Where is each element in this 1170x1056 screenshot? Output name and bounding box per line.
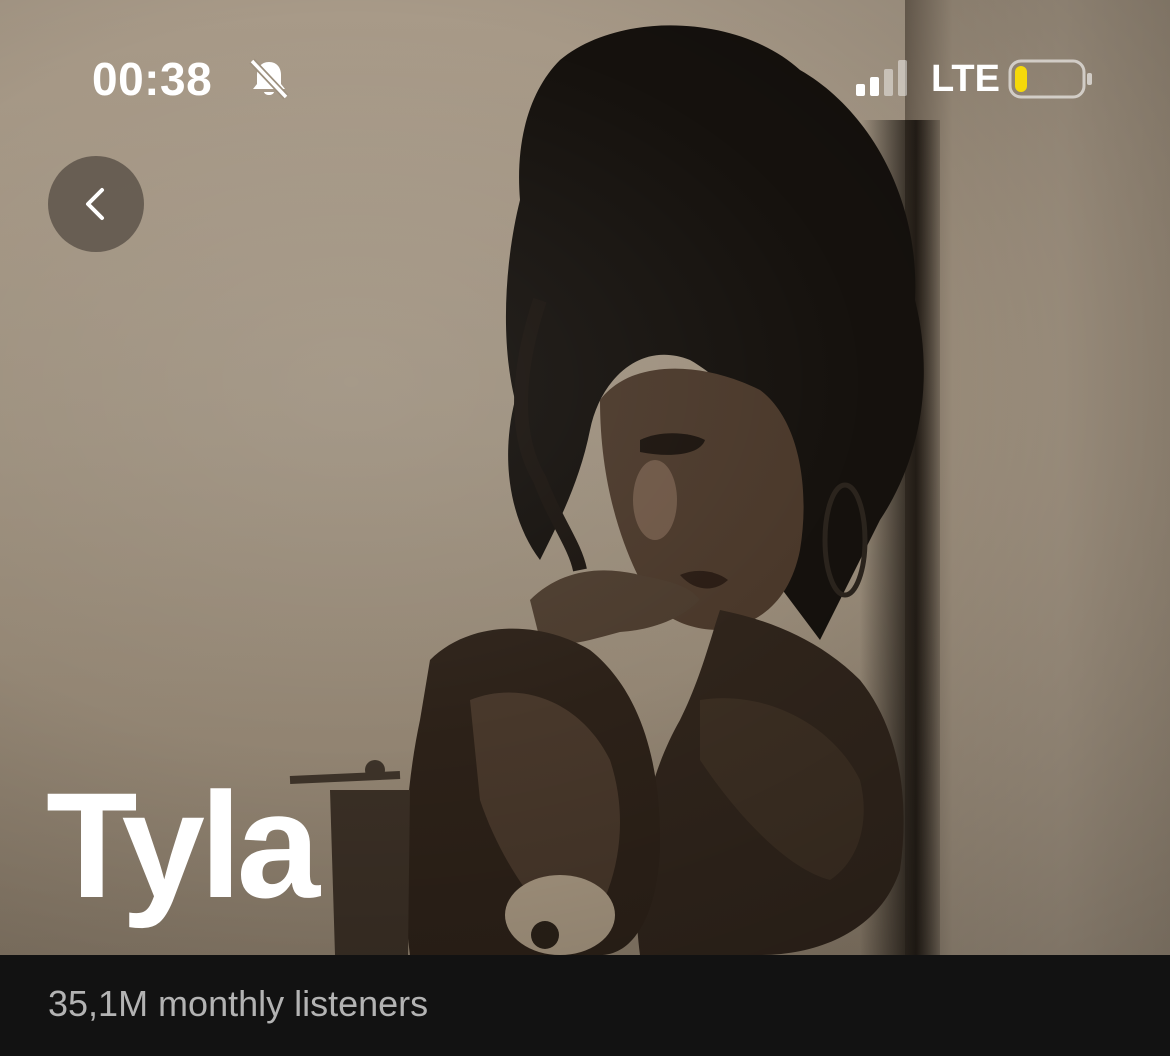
signal-icon [856, 60, 907, 96]
back-button[interactable] [48, 156, 144, 252]
battery-low-icon [1008, 59, 1092, 99]
bell-muted-icon [249, 58, 289, 100]
artist-info-bar: 35,1M monthly listeners [0, 955, 1170, 1056]
artist-name: Tyla [46, 761, 320, 929]
artist-page: 00:38 LTE Tyla 35,1M monthly listeners [0, 0, 1170, 1056]
status-time: 00:38 [92, 53, 213, 105]
network-type: LTE [931, 58, 1000, 100]
monthly-listeners: 35,1M monthly listeners [48, 983, 429, 1024]
chevron-left-icon [86, 188, 104, 220]
